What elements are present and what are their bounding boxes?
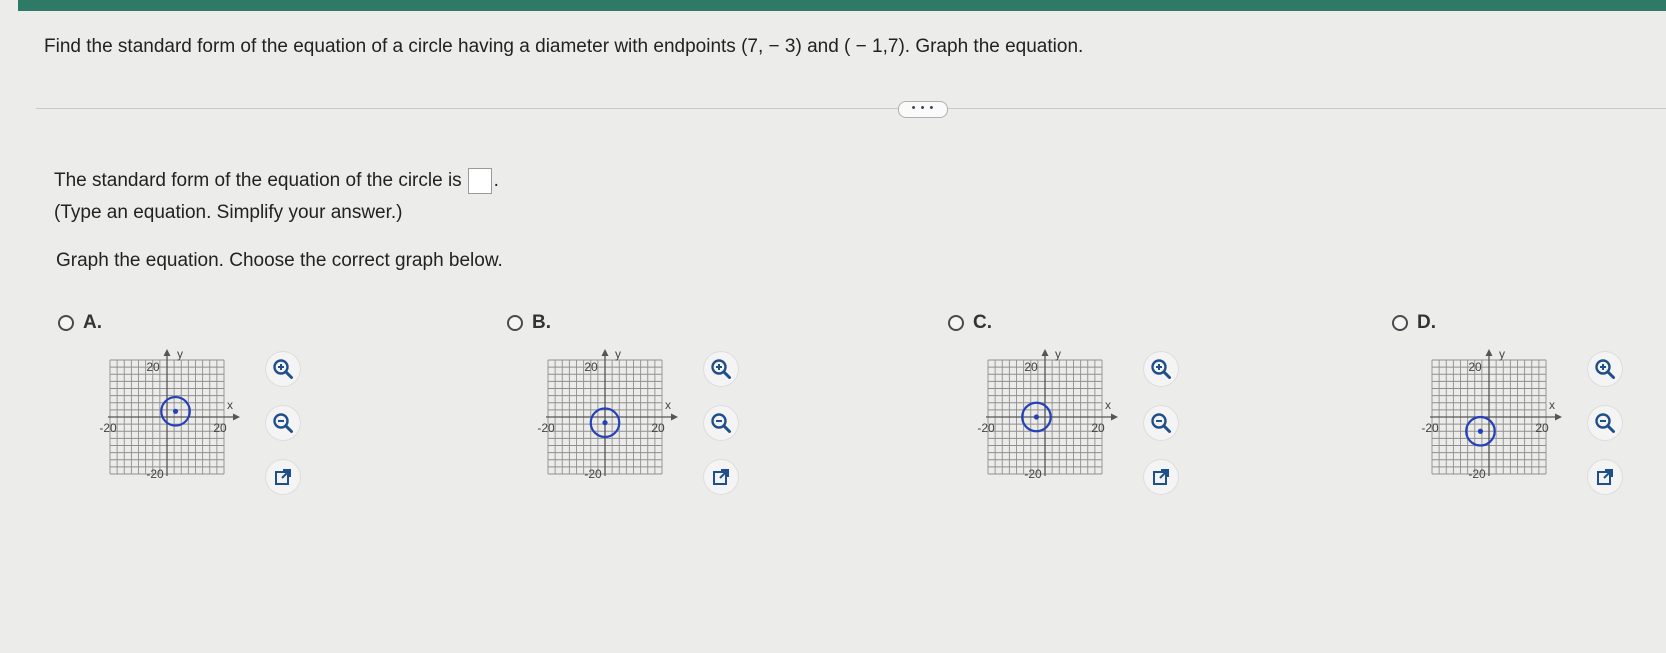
y-tick-max: 20 bbox=[146, 360, 160, 374]
x-tick-max: 20 bbox=[1535, 421, 1549, 435]
y-tick-max: 20 bbox=[584, 360, 598, 374]
open-external-icon[interactable] bbox=[1588, 460, 1622, 494]
x-axis-arrow bbox=[233, 413, 240, 421]
option-c-label: C. bbox=[973, 312, 992, 333]
radio-button-c[interactable] bbox=[948, 315, 964, 331]
divider bbox=[36, 108, 1666, 109]
y-axis-label: y bbox=[615, 348, 621, 361]
x-tick-min: -20 bbox=[1421, 421, 1439, 435]
x-axis-arrow bbox=[671, 413, 678, 421]
y-tick-min: -20 bbox=[146, 467, 164, 481]
center-point bbox=[172, 408, 179, 414]
graph-b: yx20-20-20 20 bbox=[537, 348, 678, 481]
open-external-icon[interactable] bbox=[1144, 460, 1178, 494]
graph-prompt: Graph the equation. Choose the correct g… bbox=[56, 250, 503, 271]
option-a-label: A. bbox=[83, 312, 102, 333]
graph-a-tools bbox=[266, 352, 302, 514]
zoom-in-icon[interactable] bbox=[704, 352, 738, 386]
x-axis-label: x bbox=[1549, 398, 1555, 412]
answer-prompt: The standard form of the equation of the… bbox=[54, 168, 499, 194]
open-external-icon[interactable] bbox=[266, 460, 300, 494]
graph-c-tools bbox=[1144, 352, 1180, 514]
x-axis-label: x bbox=[1105, 398, 1111, 412]
y-tick-min: -20 bbox=[1468, 467, 1486, 481]
zoom-out-icon[interactable] bbox=[704, 406, 738, 440]
zoom-out-icon[interactable] bbox=[1144, 406, 1178, 440]
question-text: Find the standard form of the equation o… bbox=[44, 36, 1084, 57]
y-tick-min: -20 bbox=[584, 467, 602, 481]
y-axis-label: y bbox=[1499, 348, 1505, 361]
option-a[interactable]: A. bbox=[58, 312, 102, 334]
y-tick-min: -20 bbox=[1024, 467, 1042, 481]
answer-prompt-text: The standard form of the equation of the… bbox=[54, 170, 462, 192]
option-c[interactable]: C. bbox=[948, 312, 992, 334]
open-external-icon[interactable] bbox=[704, 460, 738, 494]
x-axis-label: x bbox=[665, 398, 671, 412]
x-tick-max: 20 bbox=[651, 421, 665, 435]
x-axis-arrow bbox=[1555, 413, 1562, 421]
y-axis-arrow bbox=[601, 349, 609, 356]
answer-input[interactable] bbox=[467, 168, 492, 194]
y-tick-max: 20 bbox=[1024, 360, 1038, 374]
graph-d-tools bbox=[1588, 352, 1624, 514]
option-b-label: B. bbox=[532, 312, 551, 333]
y-axis-arrow bbox=[1485, 349, 1493, 356]
y-axis-label: y bbox=[1055, 348, 1061, 361]
center-point bbox=[602, 420, 608, 426]
x-tick-min: -20 bbox=[99, 421, 117, 435]
x-tick-min: -20 bbox=[977, 421, 995, 435]
x-axis-arrow bbox=[1111, 413, 1118, 421]
x-tick-max: 20 bbox=[1091, 421, 1105, 435]
graph-b-tools bbox=[704, 352, 740, 514]
y-axis-arrow bbox=[1041, 349, 1049, 356]
zoom-in-icon[interactable] bbox=[1588, 352, 1622, 386]
zoom-out-icon[interactable] bbox=[1588, 406, 1622, 440]
radio-button-a[interactable] bbox=[58, 315, 74, 331]
radio-button-d[interactable] bbox=[1392, 315, 1408, 331]
y-tick-max: 20 bbox=[1468, 360, 1482, 374]
x-tick-min: -20 bbox=[537, 421, 555, 435]
answer-period: . bbox=[493, 170, 499, 192]
graph-a: yx20-20-20 20 bbox=[99, 348, 240, 481]
zoom-out-icon[interactable] bbox=[266, 406, 300, 440]
x-axis-label: x bbox=[227, 398, 233, 412]
center-point bbox=[1477, 428, 1484, 434]
top-accent-bar bbox=[18, 0, 1666, 11]
radio-button-b[interactable] bbox=[507, 315, 523, 331]
y-axis-label: y bbox=[177, 348, 183, 361]
center-point bbox=[1033, 414, 1040, 420]
option-d-label: D. bbox=[1417, 312, 1436, 333]
zoom-in-icon[interactable] bbox=[1144, 352, 1178, 386]
y-axis-arrow bbox=[163, 349, 171, 356]
more-button[interactable]: • • • bbox=[898, 101, 948, 118]
option-d[interactable]: D. bbox=[1392, 312, 1436, 334]
zoom-in-icon[interactable] bbox=[266, 352, 300, 386]
answer-hint: (Type an equation. Simplify your answer.… bbox=[54, 202, 403, 223]
x-tick-max: 20 bbox=[213, 421, 227, 435]
graph-d: yx20-20-20 20 bbox=[1421, 348, 1562, 481]
option-b[interactable]: B. bbox=[507, 312, 551, 334]
graph-c: yx20-20-20 20 bbox=[977, 348, 1118, 481]
